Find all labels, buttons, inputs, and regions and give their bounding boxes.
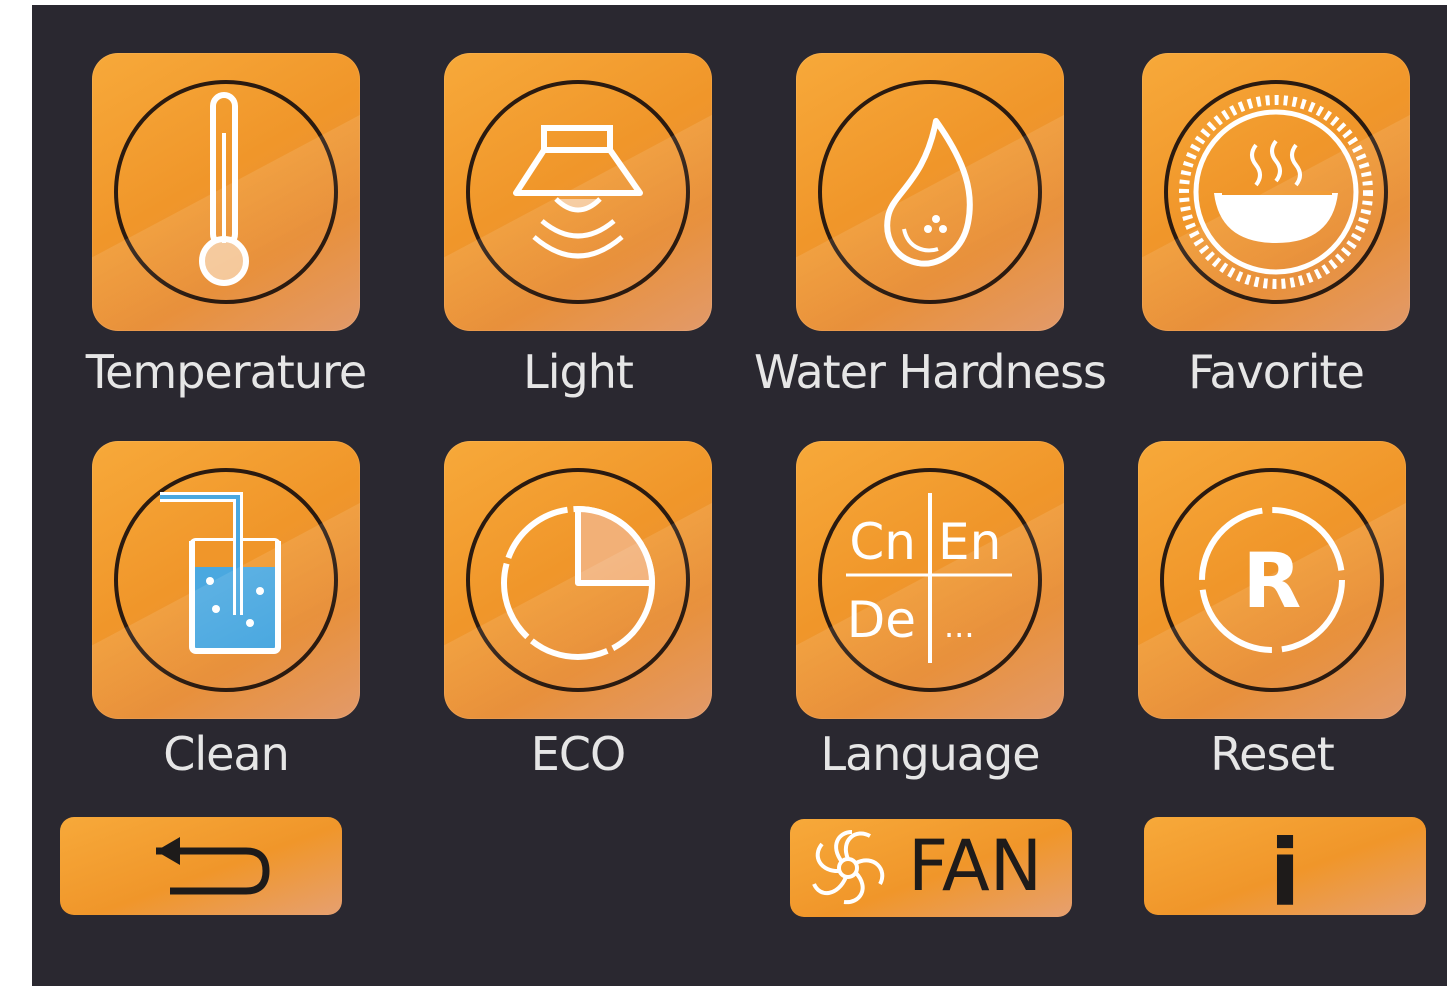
language-icon: Cn En De ... xyxy=(818,468,1042,692)
eco-label: ECO xyxy=(530,727,626,781)
back-arrow-icon xyxy=(156,837,270,895)
thermometer-icon xyxy=(114,80,338,304)
water-drop-icon xyxy=(818,80,1042,304)
reset-label: Reset xyxy=(1210,727,1335,781)
favorite-dish-icon xyxy=(1164,80,1388,304)
back-button[interactable] xyxy=(60,817,342,915)
settings-screen: Temperature Light Water Hardness Favorit… xyxy=(32,5,1447,986)
light-button[interactable] xyxy=(444,53,712,331)
fan-label: FAN xyxy=(908,825,1043,907)
svg-text:Cn: Cn xyxy=(849,513,916,571)
eco-button[interactable] xyxy=(444,441,712,719)
favorite-button[interactable] xyxy=(1142,53,1410,331)
light-label: Light xyxy=(523,345,634,399)
clean-beaker-icon xyxy=(114,468,338,692)
water-hardness-label: Water Hardness xyxy=(753,345,1107,399)
svg-text:R: R xyxy=(1243,536,1302,625)
favorite-label: Favorite xyxy=(1188,345,1365,399)
eco-timer-icon xyxy=(466,468,690,692)
reset-icon: R xyxy=(1160,468,1384,692)
temperature-label: Temperature xyxy=(85,345,367,399)
info-button[interactable]: i xyxy=(1144,817,1426,915)
clean-button[interactable] xyxy=(92,441,360,719)
language-button[interactable]: Cn En De ... xyxy=(796,441,1064,719)
svg-text:i: i xyxy=(1269,820,1301,915)
language-label: Language xyxy=(820,727,1040,781)
water-hardness-button[interactable] xyxy=(796,53,1064,331)
fan-button[interactable]: FAN xyxy=(790,819,1072,917)
svg-text:De: De xyxy=(847,591,916,649)
fan-icon xyxy=(812,830,885,905)
clean-label: Clean xyxy=(163,727,290,781)
info-icon: i xyxy=(1269,820,1301,915)
svg-text:...: ... xyxy=(944,607,975,645)
hood-light-icon xyxy=(466,80,690,304)
svg-text:En: En xyxy=(938,513,1001,571)
temperature-button[interactable] xyxy=(92,53,360,331)
reset-button[interactable]: R xyxy=(1138,441,1406,719)
